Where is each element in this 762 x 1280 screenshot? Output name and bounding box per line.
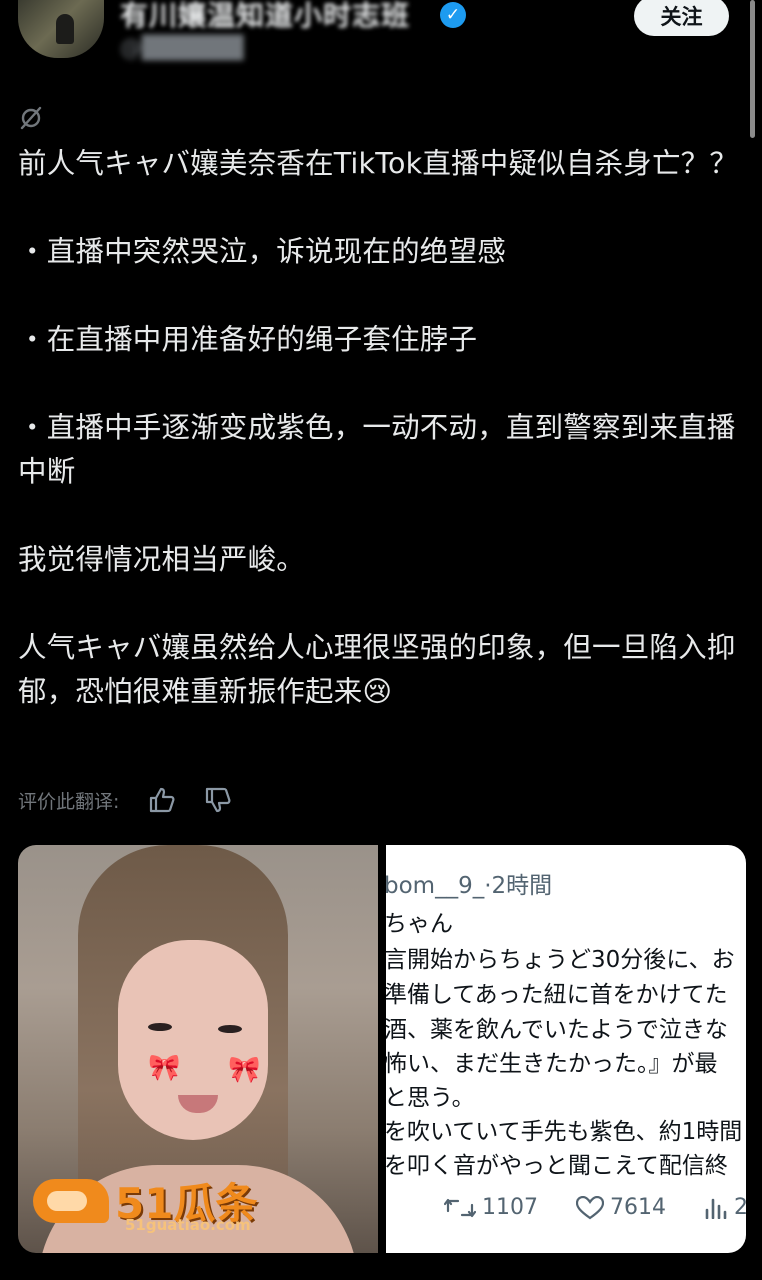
- watermark-url: 51guatiao.com: [125, 1216, 251, 1234]
- screenshot-line: 酒、薬を飲んでいたようで泣きな: [386, 1017, 728, 1043]
- like-action: 7614: [576, 1195, 666, 1220]
- media-screenshot[interactable]: bom__9_·2時間 ちゃん 言開始からちょうど30分後に、お 準備してあった…: [386, 845, 746, 1253]
- translate-icon: [20, 106, 42, 130]
- screenshot-line: と思う。: [386, 1085, 475, 1111]
- media-grid: 🎀 🎀 51瓜条 51guatiao.com bom__9_·2時間 ちゃん 言…: [18, 845, 746, 1253]
- retweet-icon: [444, 1198, 476, 1217]
- views-action: 20: [704, 1195, 746, 1220]
- watermark-logo: 51瓜条 51guatiao.com: [33, 1170, 257, 1234]
- screenshot-line: を吹いていて手先も紫色、約1時間: [386, 1119, 743, 1145]
- photo-eye-left: [148, 1023, 172, 1031]
- screenshot-line: 怖い、まだ生きたかった。』が最: [386, 1051, 718, 1077]
- screenshot-actions: 1107 7614 20: [444, 1195, 746, 1220]
- media-photo[interactable]: 🎀 🎀 51瓜条 51guatiao.com: [18, 845, 378, 1253]
- retweet-action: 1107: [444, 1195, 538, 1220]
- avatar[interactable]: [18, 0, 104, 58]
- verified-badge-icon: ✓: [440, 2, 466, 28]
- display-name[interactable]: 有川孃温知道小时志班: [120, 0, 410, 34]
- photo-eye-right: [218, 1025, 242, 1033]
- retweet-count: 1107: [482, 1195, 538, 1220]
- screenshot-line: を叩く音がやっと聞こえて配信終: [386, 1153, 728, 1179]
- rate-translation-label: 评价此翻译:: [18, 790, 120, 813]
- scrollbar[interactable]: [750, 0, 755, 138]
- views-chart-icon: [705, 1198, 727, 1219]
- heart-icon: [576, 1195, 604, 1219]
- bow-right-icon: 🎀: [228, 1055, 261, 1085]
- tweet-text: 前人气キャバ孃美奈香在TikTok直播中疑似自杀身亡？？ ・直播中突然哭泣，诉说…: [18, 147, 739, 708]
- bow-left-icon: 🎀: [148, 1053, 181, 1083]
- watermark-melon-icon: [33, 1178, 109, 1223]
- views-count: 20: [734, 1195, 746, 1220]
- screenshot-line: 言開始からちょうど30分後に、お: [386, 947, 735, 973]
- screenshot-meta: bom__9_·2時間: [386, 873, 553, 899]
- thumbs-up-icon[interactable]: [147, 785, 177, 815]
- tweet-header: 有川孃温知道小时志班 ✓ @██████ 关注: [0, 0, 762, 70]
- rate-translation-row: 评价此翻译:: [18, 782, 233, 818]
- like-count: 7614: [610, 1195, 666, 1220]
- follow-button[interactable]: 关注: [634, 0, 729, 36]
- screenshot-line: ちゃん: [386, 911, 453, 937]
- user-handle[interactable]: @██████: [120, 36, 244, 61]
- thumbs-down-icon[interactable]: [203, 785, 233, 815]
- avatar-figure: [56, 14, 74, 44]
- screenshot-line: 準備してあった紐に首をかけてた: [386, 982, 728, 1008]
